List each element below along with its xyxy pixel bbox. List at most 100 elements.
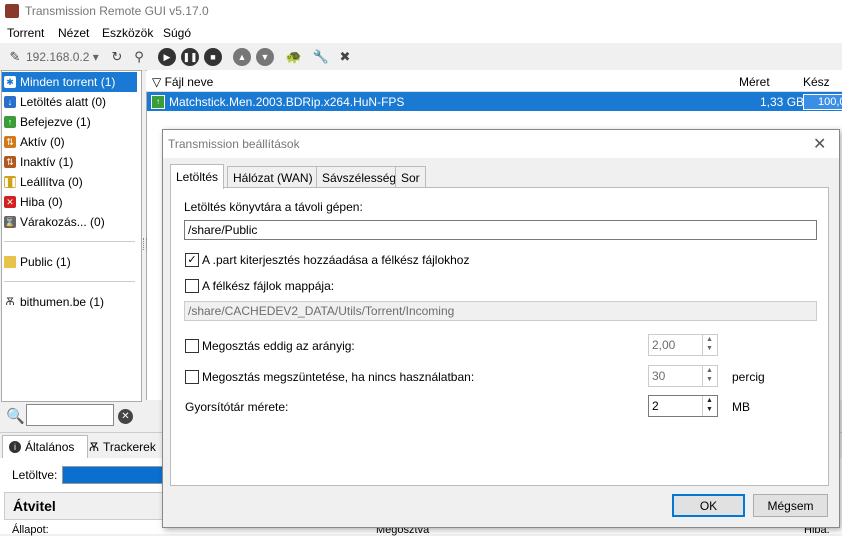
tab-download[interactable]: Letöltés <box>170 164 225 189</box>
torrent-progress: 100,0 <box>803 94 842 110</box>
ratio-checkbox[interactable] <box>185 339 199 353</box>
downloaded-bar <box>62 466 174 484</box>
cache-label: Gyorsítótár mérete: <box>185 400 289 414</box>
idle-unit: percig <box>732 370 765 384</box>
menu-torrent[interactable]: Torrent <box>7 26 44 40</box>
spinner-arrows-icon[interactable]: ▲ ▼ <box>702 335 717 355</box>
spinner-arrows-icon[interactable]: ▲ ▼ <box>702 396 717 416</box>
tab-general-label: Általános <box>25 440 75 454</box>
filter-waiting[interactable]: ⌛ Várakozás... (0) <box>2 212 137 232</box>
host-label: 192.168.0.2 <box>26 50 90 64</box>
title-bar: Transmission Remote GUI v5.17.0 <box>0 0 842 23</box>
filter-all[interactable]: ✱ Minden torrent (1) <box>2 72 137 92</box>
ratio-label: Megosztás eddig az arányig: <box>202 339 355 353</box>
tracker-label: bithumen.be (1) <box>20 295 105 309</box>
splitter-handle[interactable] <box>143 238 147 250</box>
filter-completed[interactable]: ↑ Befejezve (1) <box>2 112 137 132</box>
completed-icon: ↑ <box>4 116 16 128</box>
filter-label: Várakozás... (0) <box>20 215 105 229</box>
filter-downloading[interactable]: ↓ Letöltés alatt (0) <box>2 92 137 112</box>
incomplete-dir-label: A félkész fájlok mappája: <box>202 279 335 293</box>
search-input[interactable] <box>26 404 114 426</box>
filter-stopped[interactable]: ❚❚ Leállítva (0) <box>2 172 137 192</box>
filter-label: Inaktív (1) <box>20 155 74 169</box>
downloaded-label: Letöltve: <box>12 468 58 482</box>
cancel-button[interactable]: Mégsem <box>753 494 828 517</box>
section-title: Átvitel <box>13 498 56 514</box>
start-icon[interactable]: ▶ <box>158 48 176 66</box>
filter-active[interactable]: ⇅ Aktív (0) <box>2 132 137 152</box>
app-icon <box>5 4 19 18</box>
clear-search-icon[interactable]: ✕ <box>118 409 133 424</box>
stop-icon[interactable]: ■ <box>204 48 222 66</box>
ok-button[interactable]: OK <box>672 494 745 517</box>
progress-label: 100,0 <box>818 96 842 108</box>
error-icon: ✕ <box>4 196 16 208</box>
filter-label: Letöltés alatt (0) <box>20 95 107 109</box>
active-icon: ⇅ <box>4 136 16 148</box>
pause-icon[interactable]: ❚❚ <box>181 48 199 66</box>
folder-public[interactable]: Public (1) <box>2 252 137 272</box>
cache-spinner[interactable]: 2 ▲ ▼ <box>648 395 718 417</box>
filter-label: Hiba (0) <box>20 195 63 209</box>
info-icon: i <box>9 441 21 453</box>
filter-inactive[interactable]: ⇅ Inaktív (1) <box>2 152 137 172</box>
download-dir-input[interactable]: /share/Public <box>184 220 817 240</box>
tab-queue[interactable]: Sor <box>395 166 426 188</box>
add-torrent-icon[interactable]: ↻ <box>108 48 126 66</box>
ratio-spinner[interactable]: 2,00 ▲ ▼ <box>648 334 718 356</box>
menu-bar: Torrent Nézet Eszközök Súgó <box>0 23 842 43</box>
settings-wrench-icon[interactable]: 🔧 <box>312 48 330 66</box>
menu-help[interactable]: Súgó <box>163 26 191 40</box>
idle-spinner[interactable]: 30 ▲ ▼ <box>648 365 718 387</box>
tab-trackers[interactable]: Ѫ Trackerek <box>87 437 162 457</box>
download-dir-label: Letöltés könyvtára a távoli gépen: <box>184 200 363 214</box>
col-done-header[interactable]: Kész <box>803 75 830 89</box>
filter-label: Leállítva (0) <box>20 175 83 189</box>
menu-tools[interactable]: Eszközök <box>102 26 153 40</box>
folder-label: Public (1) <box>20 255 71 269</box>
tracker-bithumen[interactable]: Ѫ bithumen.be (1) <box>2 292 137 312</box>
incomplete-dir-checkbox[interactable] <box>185 279 199 293</box>
tab-general[interactable]: i Általános <box>2 435 88 458</box>
filter-label: Minden torrent (1) <box>20 75 116 89</box>
toolbar: ✎ 192.168.0.2 ▾ ↻ ⚲ ▶ ❚❚ ■ ▲ ▼ 🐢 🔧 ✖ <box>0 43 842 71</box>
tools-icon[interactable]: ✖ <box>336 48 354 66</box>
cache-value: 2 <box>652 399 659 413</box>
table-row[interactable]: ↑ Matchstick.Men.2003.BDRip.x264.HuN-FPS… <box>147 92 842 111</box>
part-ext-checkbox[interactable]: ✓ <box>185 253 199 267</box>
list-header: ▽ Fájl neve Méret Kész <box>146 71 842 92</box>
move-down-icon[interactable]: ▼ <box>256 48 274 66</box>
tab-network[interactable]: Hálózat (WAN) <box>227 166 319 188</box>
col-size-header[interactable]: Méret <box>739 75 770 89</box>
move-up-icon[interactable]: ▲ <box>233 48 251 66</box>
incomplete-dir-input[interactable]: /share/CACHEDEV2_DATA/Utils/Torrent/Inco… <box>184 301 817 321</box>
tab-bandwidth[interactable]: Sávszélesség <box>316 166 403 188</box>
spinner-arrows-icon[interactable]: ▲ ▼ <box>702 366 717 386</box>
connect-icon[interactable]: ✎ <box>6 48 24 66</box>
filter-label: Befejezve (1) <box>20 115 91 129</box>
col-name-label: Fájl neve <box>164 75 214 89</box>
inactive-icon: ⇅ <box>4 156 16 168</box>
dialog-title-bar: Transmission beállítások ✕ <box>163 130 839 158</box>
folder-icon <box>4 256 16 268</box>
add-link-icon[interactable]: ⚲ <box>130 48 148 66</box>
download-icon: ↓ <box>4 96 16 108</box>
idle-checkbox[interactable] <box>185 370 199 384</box>
turtle-icon[interactable]: 🐢 <box>285 48 303 66</box>
divider <box>4 281 135 282</box>
dialog-title: Transmission beállítások <box>168 137 300 151</box>
waiting-icon: ⌛ <box>4 216 16 228</box>
host-selector[interactable]: 192.168.0.2 ▾ <box>26 50 99 64</box>
torrent-size: 1,33 GB <box>760 95 805 109</box>
col-name-header[interactable]: ▽ Fájl neve <box>152 75 213 89</box>
idle-value: 30 <box>652 369 666 383</box>
torrent-name: Matchstick.Men.2003.BDRip.x264.HuN-FPS <box>169 95 405 109</box>
filter-error[interactable]: ✕ Hiba (0) <box>2 192 137 212</box>
ratio-value: 2,00 <box>652 338 676 352</box>
download-tab-page: Letöltés könyvtára a távoli gépen: /shar… <box>170 187 829 486</box>
close-icon[interactable]: ✕ <box>813 134 826 154</box>
seeding-icon: ↑ <box>151 95 165 109</box>
all-torrents-icon: ✱ <box>4 76 16 88</box>
menu-view[interactable]: Nézet <box>58 26 89 40</box>
